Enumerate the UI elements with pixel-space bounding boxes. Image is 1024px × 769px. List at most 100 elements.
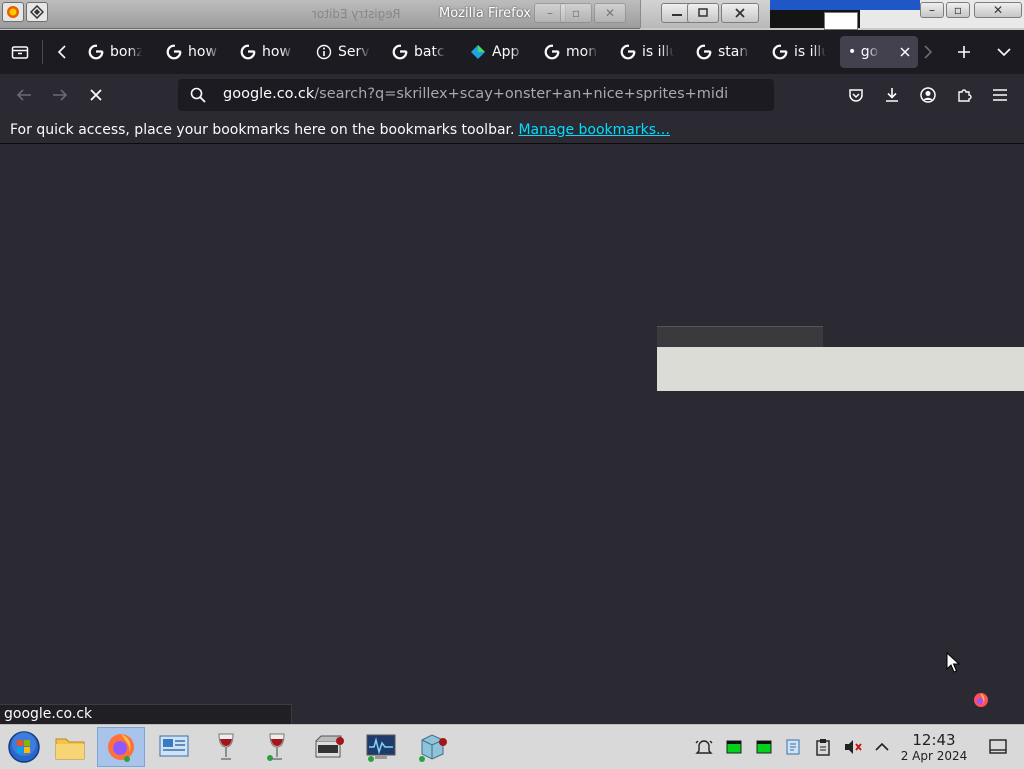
stop-loading-button[interactable] [82,81,110,109]
ghost-window-title: Registry Editor [312,7,401,21]
secondary-window-titlebar[interactable] [640,0,771,28]
back-button[interactable] [10,81,38,109]
hamburger-menu-icon [993,89,1007,101]
tab[interactable]: bonz [80,36,158,68]
chevron-left-icon [57,45,66,59]
wine-app-2-button[interactable] [253,727,301,767]
close-button[interactable] [721,3,759,23]
tab-label: how [188,44,217,60]
tab-label: • go [848,44,879,60]
google-icon [772,44,788,60]
page-content-area[interactable] [0,145,1024,724]
volume-muted-icon[interactable] [843,737,863,757]
wine-app-1-button[interactable] [202,727,250,767]
system-monitor-icon [366,734,396,762]
ghost-close-button: ✕ [594,3,626,23]
start-button[interactable] [0,727,48,767]
wine-app-3-button[interactable] [305,727,353,767]
window-menu-icon[interactable] [26,2,48,22]
forward-button[interactable] [46,81,74,109]
titlebar-app-icons [2,2,48,22]
overlapping-window-fragment-dark [657,326,823,349]
downloads-button[interactable] [878,81,906,109]
tab[interactable]: batc [384,36,462,68]
tab[interactable]: mon [536,36,614,68]
firefox-tray-flame-icon [972,690,990,708]
bg-minimize-button[interactable]: – [920,2,944,18]
show-hidden-icons-button[interactable] [872,737,892,757]
tab-label: bonz [110,44,142,60]
network-settings-icon [159,735,189,757]
bg-close-button[interactable]: ✕ [974,2,1022,18]
tab-label: stan [718,44,749,60]
close-tab-button[interactable] [900,47,910,57]
file-manager-button[interactable] [46,727,94,767]
tab[interactable]: how [232,36,310,68]
tab-label: is illu [642,44,674,60]
tab-label: batc [414,44,445,60]
tab[interactable]: Serv [308,36,386,68]
taskbar: 12:43 2 Apr 2024 [0,724,1024,769]
bg-maximize-button[interactable]: ▫ [946,2,970,18]
firefox-icon [108,734,134,762]
chevron-up-icon [875,742,889,751]
tab-active[interactable]: • go [840,36,918,68]
google-icon [620,44,636,60]
wine-program-icon [315,735,344,758]
wine-glass-icon [218,733,234,760]
download-icon [886,88,898,102]
package-app-button[interactable] [408,727,456,767]
tab-label: Serv [338,44,370,60]
google-icon [392,44,408,60]
app-menu-button[interactable] [986,81,1014,109]
google-icon [166,44,182,60]
new-tab-button[interactable] [950,38,978,66]
tab-label: mon [566,44,598,60]
firefox-taskbar-button[interactable] [97,727,145,767]
cpu-indicator-icon[interactable] [724,737,744,757]
overlapping-window-fragment-light [657,347,1024,391]
system-monitor-button[interactable] [357,727,405,767]
url-path: /search?q=skrillex+scay+onster+an+nice+s… [314,86,729,102]
tab-strip-divider [42,40,43,64]
ghost-maximize-button: ▫ [560,3,592,23]
clock-time[interactable]: 12:43 [898,731,970,749]
link-status-bar: google.co.ck [0,704,292,724]
firefox-view-button[interactable] [6,38,34,66]
tab[interactable]: how [158,36,236,68]
pocket-button[interactable] [842,81,870,109]
maximize-button[interactable] [687,3,719,23]
tab[interactable]: App [462,36,540,68]
close-icon [900,47,910,57]
navigation-toolbar: google.co.ck/search?q=skrillex+scay+onst… [0,74,1024,116]
tab[interactable]: stan [688,36,766,68]
background-window-titlebar[interactable]: – ▫ ✕ [770,0,1024,30]
account-icon [920,87,936,103]
extensions-button[interactable] [950,81,978,109]
network-status-icon[interactable] [783,737,803,757]
tab[interactable]: is illu [764,36,842,68]
firefox-window-titlebar[interactable]: Registry Editor Mozilla Firefox – ▫ ✕ [0,0,640,29]
pocket-icon [849,89,863,102]
memory-indicator-icon[interactable] [754,737,774,757]
network-settings-button[interactable] [150,727,198,767]
clipboard-icon[interactable] [813,737,833,757]
puzzle-icon [958,89,972,102]
bookmarks-toolbar: For quick access, place your bookmarks h… [0,116,1024,144]
address-bar[interactable]: google.co.ck/search?q=skrillex+scay+onst… [178,79,774,111]
firefox-view-icon [11,46,29,59]
show-desktop-button[interactable] [988,737,1008,757]
notifications-tray-icon[interactable] [694,737,714,757]
scroll-tabs-left-button[interactable] [48,38,76,66]
list-all-tabs-button[interactable] [990,38,1018,66]
account-button[interactable] [914,81,942,109]
firefox-window-icon[interactable] [2,2,24,22]
clock-date[interactable]: 2 Apr 2024 [892,749,976,763]
tab-strip: bonz how how Serv batc App mon is illu stan is il… [0,30,1024,74]
arrow-right-icon [53,89,68,101]
search-icon [190,87,206,103]
scroll-tabs-right-button[interactable] [914,38,942,66]
tab[interactable]: is illu [612,36,690,68]
manage-bookmarks-link[interactable]: Manage bookmarks… [518,122,670,138]
url-text[interactable]: google.co.ck/search?q=skrillex+scay+onst… [223,86,728,102]
